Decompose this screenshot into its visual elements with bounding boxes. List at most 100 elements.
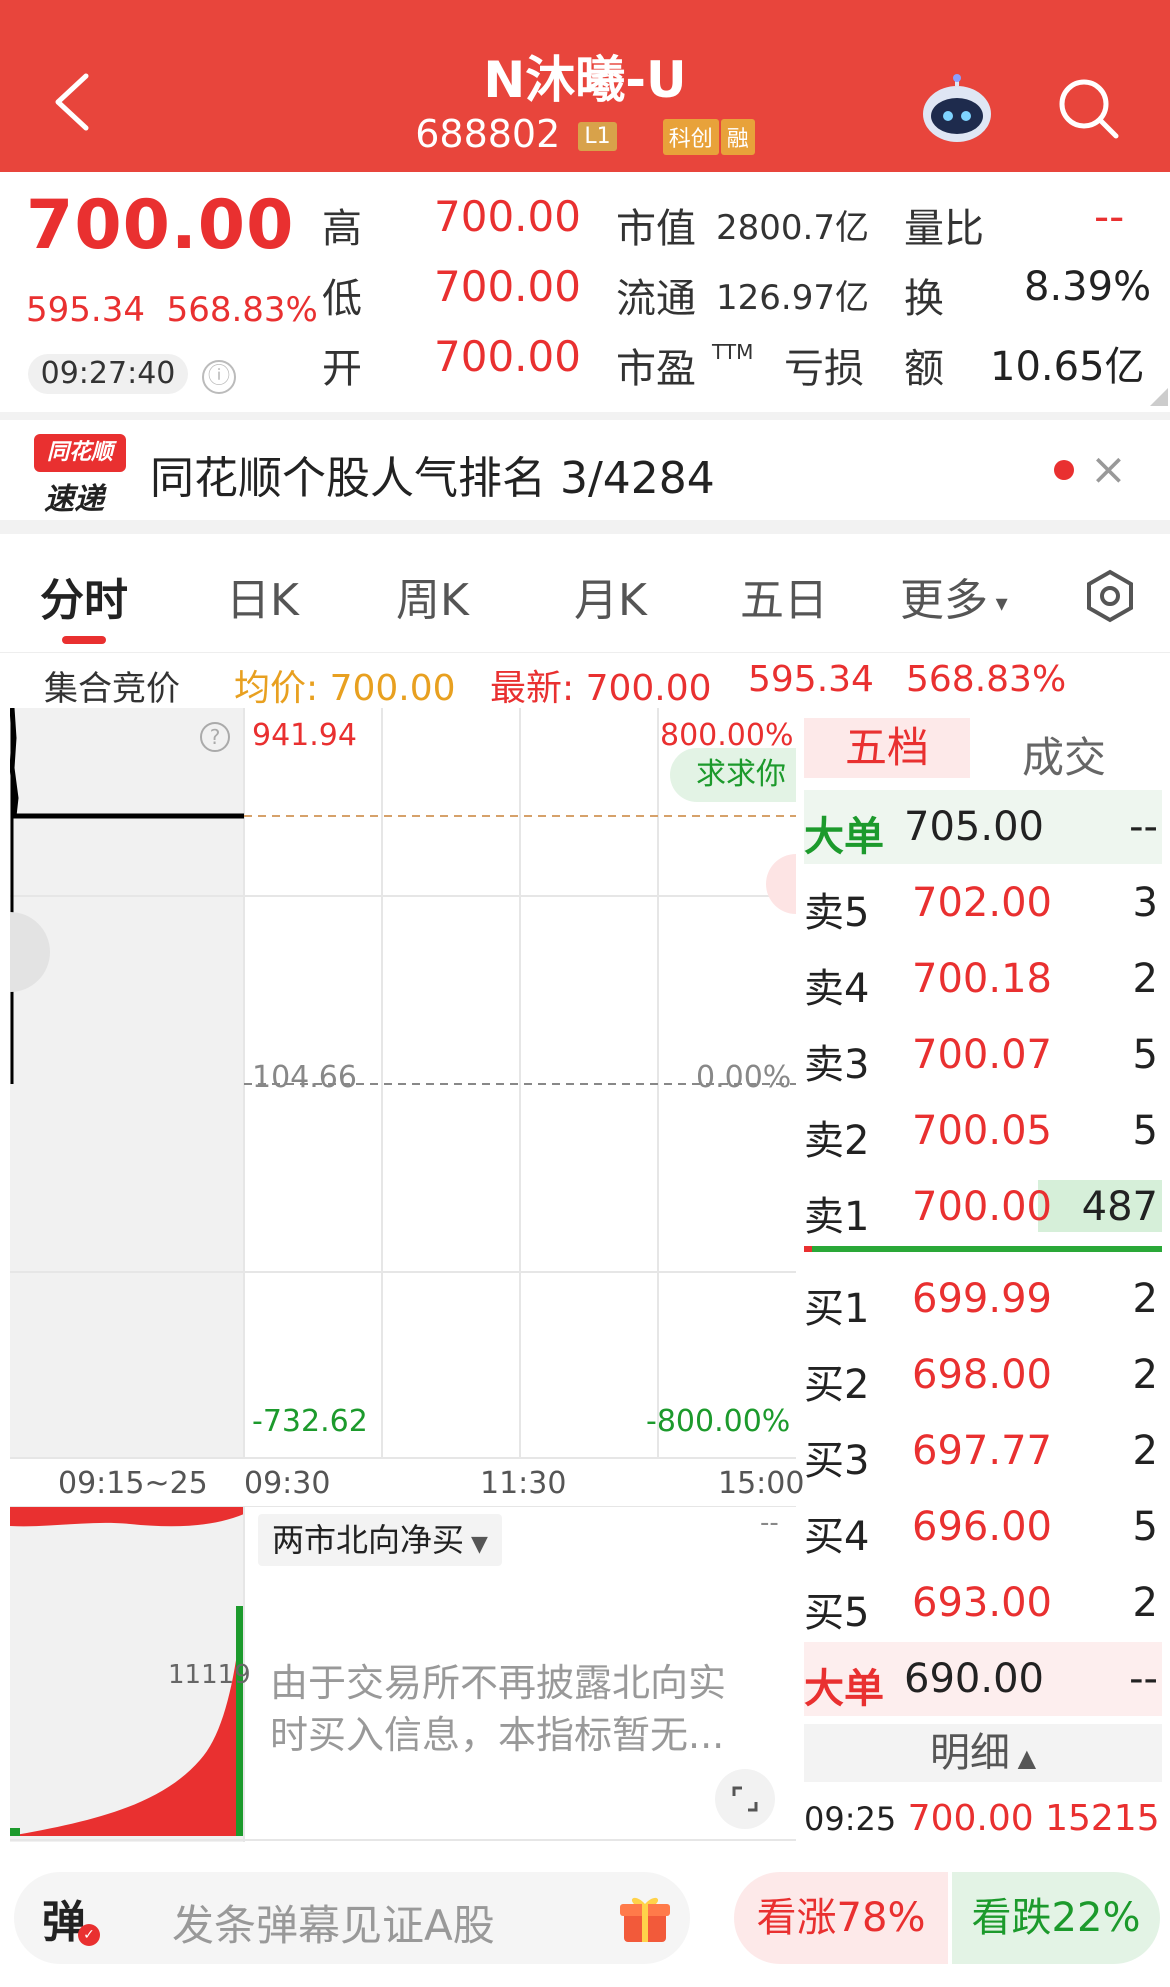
current-price: 700.00 (26, 186, 295, 265)
indicator-dash: -- (760, 1508, 779, 1538)
tab-daily-k[interactable]: 日K (226, 564, 299, 628)
price-change-percent: 568.83% (166, 290, 318, 330)
tab-more[interactable]: 更多 ▾ (900, 564, 1008, 628)
market-cap-value: 2800.7亿 (716, 208, 869, 248)
info-icon[interactable]: ⓘ (202, 360, 236, 394)
average-price-row: 集合竞价 均价: 700.00 最新: 700.00 595.34 568.83… (0, 652, 1170, 709)
divider (0, 520, 1170, 534)
float-cap-label: 流通 (616, 276, 696, 322)
bid-row-1[interactable]: 买1 699.99 2 (804, 1262, 1162, 1336)
x-axis-label-close: 15:00 (718, 1466, 805, 1501)
danmu-input[interactable]: 弹 ✓ 发条弹幕见证A股 (14, 1872, 690, 1964)
tab-trades[interactable]: 成交 (1022, 724, 1106, 785)
indicator-selector[interactable]: 两市北向净买 ▼ (258, 1514, 502, 1566)
avg-row-change: 595.34 (748, 659, 874, 700)
help-icon[interactable]: ? (200, 722, 230, 752)
ask-row-3[interactable]: 卖3 700.07 5 (804, 1018, 1162, 1092)
low-value: 700.00 (434, 262, 581, 311)
star-market-badge: 科创 (662, 118, 719, 155)
high-label: 高 (322, 206, 362, 252)
market-cap-label: 市值 (616, 206, 696, 252)
low-label: 低 (322, 276, 362, 322)
gift-icon[interactable] (618, 1892, 672, 1946)
auction-volume-bar (236, 1606, 244, 1836)
tab-intraday[interactable]: 分时 (40, 564, 128, 628)
avg-row-change-percent: 568.83% (906, 659, 1067, 700)
settings-hexagon-icon[interactable] (1082, 568, 1138, 624)
ask-row-4[interactable]: 卖4 700.18 2 (804, 942, 1162, 1016)
bid-row-2[interactable]: 买2 698.00 2 (804, 1338, 1162, 1412)
amount-value: 10.65亿 (990, 344, 1145, 390)
pct-axis-mid-label: 0.00% (696, 1060, 792, 1095)
quote-time: 09:27:40 (28, 354, 188, 394)
bid-row-3[interactable]: 买3 697.77 2 (804, 1414, 1162, 1488)
indicator-message-line1: 由于交易所不再披露北向实 (270, 1661, 727, 1705)
latest-price: 最新: 700.00 (490, 668, 712, 709)
bid-ask-divider (804, 1246, 1162, 1252)
margin-trading-badge: 融 (720, 118, 755, 155)
bullish-vote-button[interactable]: 看涨78% (734, 1872, 948, 1964)
tab-monthly-k[interactable]: 月K (574, 564, 647, 628)
pe-label: 市盈 (616, 346, 696, 392)
order-book-panel: 五档 成交 大单 705.00 -- 卖5 702.00 3 卖4 700.18… (796, 708, 1170, 1858)
pct-axis-bottom-label: -800.00% (646, 1404, 791, 1439)
tab-five-day[interactable]: 五日 (740, 564, 828, 628)
triangle-up-icon: ▲ (1009, 1744, 1037, 1772)
danmu-placeholder: 发条弹幕见证A股 (172, 1901, 495, 1950)
corner-expand-icon (1150, 388, 1168, 406)
stock-code: 688802 (415, 112, 561, 156)
big-buy-row: 大单 690.00 -- (804, 1642, 1162, 1716)
latest-trade-row: 09:25 700.00 15215 (804, 1798, 1160, 1839)
ask-row-5[interactable]: 卖5 702.00 3 (804, 866, 1162, 940)
dropdown-triangle-icon: ▾ (988, 589, 1008, 617)
top-navigation-bar: N沐曦-U 688802 L1 科创融 (0, 0, 1170, 172)
bid-row-4[interactable]: 买4 696.00 5 (804, 1490, 1162, 1564)
x-axis-label-open: 09:30 (244, 1466, 331, 1501)
y-axis-mid-label: 104.66 (252, 1060, 357, 1095)
popularity-banner[interactable]: 同花顺 速递 同花顺个股人气排名 3/4284 (0, 420, 1170, 520)
turnover-label: 换 (904, 276, 944, 322)
ai-assistant-robot-icon[interactable] (918, 74, 996, 146)
ask-row-1[interactable]: 卖1 700.00 487 (804, 1170, 1162, 1244)
pe-ttm-superscript: TTM (712, 340, 754, 364)
close-icon[interactable]: × (1090, 444, 1127, 495)
volume-ratio-label: 量比 (904, 206, 984, 252)
search-icon[interactable] (1056, 76, 1120, 140)
banner-text: 同花顺个股人气排名 3/4284 (150, 453, 715, 504)
bottom-action-bar: 弹 ✓ 发条弹幕见证A股 看涨78% 看跌22% (0, 1860, 1170, 1987)
open-label: 开 (322, 346, 362, 392)
x-axis-label-noon: 11:30 (480, 1466, 567, 1501)
ask-row-2[interactable]: 卖2 700.05 5 (804, 1094, 1162, 1168)
y-axis-top-label: 941.94 (252, 718, 357, 753)
floating-plea-button[interactable]: 求求你 (670, 748, 796, 802)
open-value: 700.00 (434, 332, 581, 381)
check-badge-icon: ✓ (78, 1924, 100, 1946)
ths-express-logo: 同花顺 速递 (34, 434, 126, 517)
price-change-row: 595.34 568.83% (26, 290, 318, 330)
right-scroll-handle (766, 854, 796, 914)
amount-label: 额 (904, 346, 944, 392)
bid-row-5[interactable]: 买5 693.00 2 (804, 1566, 1162, 1640)
level1-badge: L1 (578, 122, 617, 151)
active-tab-indicator (62, 636, 106, 644)
high-value: 700.00 (434, 192, 581, 241)
big-sell-row: 大单 705.00 -- (804, 790, 1162, 864)
float-cap-value: 126.97亿 (716, 278, 869, 318)
turnover-value: 8.39% (1024, 264, 1152, 310)
indicator-panel: 11119 -- 两市北向净买 ▼ 由于交易所不再披露北向实 时买入信息，本指标… (10, 1506, 796, 1842)
divider (0, 412, 1170, 420)
dropdown-triangle-icon: ▼ (464, 1532, 488, 1557)
notification-dot (1054, 460, 1074, 480)
indicator-message-line2: 时买入信息，本指标暂无... (270, 1713, 725, 1757)
auction-area-background (10, 708, 244, 1458)
expand-icon[interactable] (714, 1768, 776, 1830)
intraday-chart[interactable]: ? 941.94 104.66 -732.62 800.00% 0.00% -8… (10, 708, 796, 1464)
quote-summary: 700.00 595.34 568.83% 09:27:40 ⓘ 高 700.0… (0, 172, 1170, 412)
y-axis-bottom-label: -732.62 (252, 1404, 368, 1439)
x-axis-label-auction: 09:15~25 (58, 1466, 208, 1501)
tab-weekly-k[interactable]: 周K (396, 564, 469, 628)
tab-five-levels[interactable]: 五档 (804, 718, 970, 778)
average-price: 均价: 700.00 (234, 668, 456, 709)
detail-toggle[interactable]: 明细 ▲ (804, 1724, 1162, 1782)
bearish-vote-button[interactable]: 看跌22% (952, 1872, 1160, 1964)
